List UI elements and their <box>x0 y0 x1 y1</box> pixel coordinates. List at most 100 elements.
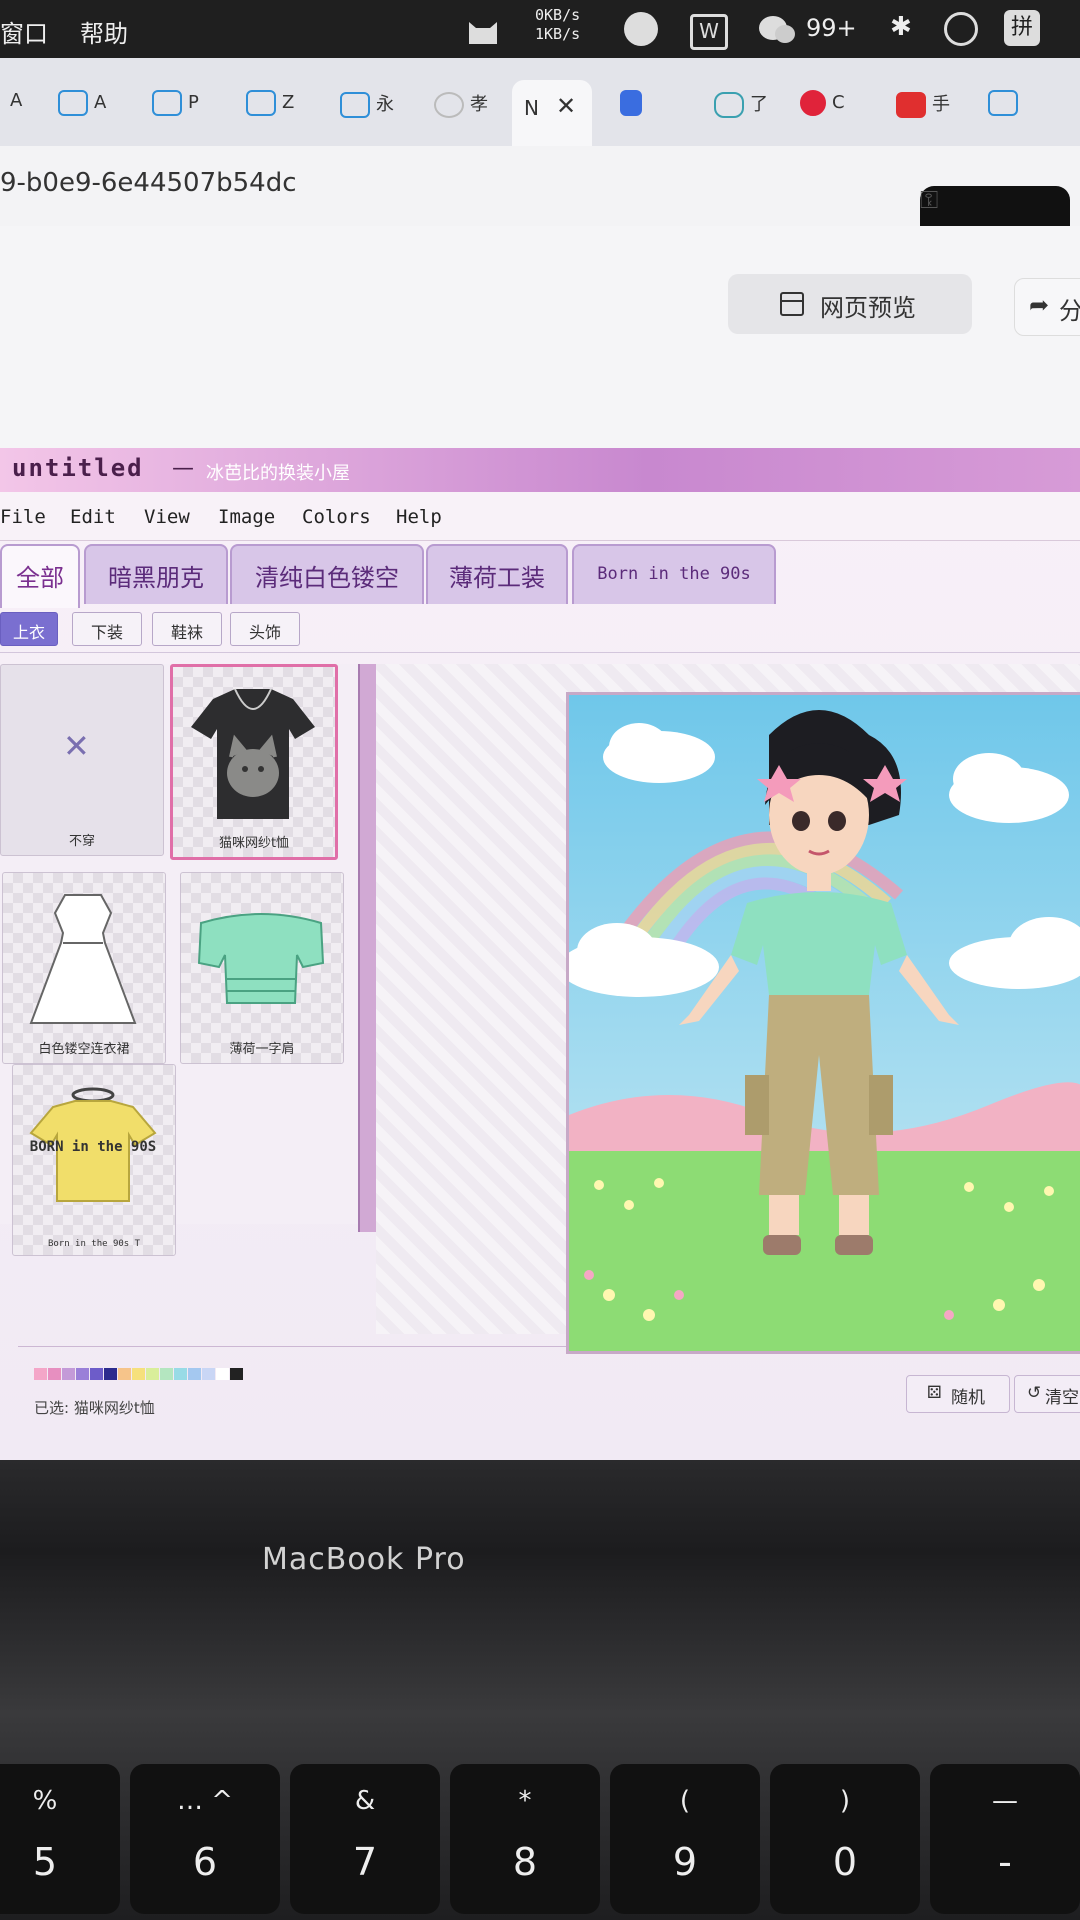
menu-file[interactable]: File <box>0 506 46 528</box>
menu-view[interactable]: View <box>144 506 190 528</box>
menu-colors[interactable]: Colors <box>302 506 371 528</box>
item-label: 白色镂空连衣裙 <box>38 1042 130 1057</box>
browser-tab[interactable]: P <box>152 90 199 130</box>
close-tab-icon[interactable]: ✕ <box>556 92 576 120</box>
input-method-icon[interactable]: 拼 <box>1004 10 1040 46</box>
palette-swatch[interactable] <box>174 1368 187 1380</box>
record-icon[interactable] <box>624 12 658 46</box>
subtab-label: 上衣 <box>12 623 45 642</box>
key-top: ( <box>679 1786 691 1816</box>
subtab-label: 鞋袜 <box>170 623 203 642</box>
wps-icon[interactable]: W <box>690 14 728 50</box>
key-7[interactable]: & 7 <box>290 1764 440 1914</box>
share-button[interactable]: ➦ 分 <box>1014 278 1080 336</box>
color-palette[interactable] <box>34 1365 244 1380</box>
random-button[interactable]: ⚄ 随机 <box>906 1375 1010 1413</box>
wechat-icon[interactable] <box>758 14 796 46</box>
palette-swatch[interactable] <box>104 1368 117 1380</box>
tab-label: 永 <box>376 94 394 115</box>
tab-dark-punk[interactable]: 暗黑朋克 <box>84 544 228 604</box>
bilibili-icon <box>340 92 370 118</box>
palette-swatch[interactable] <box>76 1368 89 1380</box>
item-mint-off-shoulder[interactable]: 薄荷一字肩 <box>180 872 344 1064</box>
tab-label: N <box>524 96 539 120</box>
tab-mint-workwear[interactable]: 薄荷工装 <box>426 544 568 604</box>
preview-icon <box>780 292 804 316</box>
key-minus[interactable]: — - <box>930 1764 1080 1914</box>
key-bottom: 6 <box>192 1840 218 1884</box>
key-bottom: 9 <box>672 1840 698 1884</box>
key-top: & <box>354 1786 376 1816</box>
item-none[interactable]: ✕ 不穿 <box>0 664 164 856</box>
grid-scrollbar[interactable] <box>358 664 378 1232</box>
subtab-label: 头饰 <box>248 623 281 642</box>
key-8[interactable]: * 8 <box>450 1764 600 1914</box>
palette-swatch[interactable] <box>118 1368 131 1380</box>
address-bar[interactable]: 9-b0e9-6e44507b54dc ⚿ <box>0 146 1080 336</box>
key-bottom: 5 <box>32 1840 58 1884</box>
palette-swatch[interactable] <box>202 1368 215 1380</box>
tab-born-in-the-90s[interactable]: Born in the 90s <box>572 544 776 604</box>
subtab-bottoms[interactable]: 下装 <box>72 612 142 646</box>
clear-button[interactable]: ↺ 清空 <box>1014 1375 1080 1413</box>
character-scene-image <box>559 695 1080 1351</box>
browser-tab[interactable]: 孝 <box>434 90 488 130</box>
tab-pure-white-lace[interactable]: 清纯白色镂空 <box>230 544 424 604</box>
palette-swatch[interactable] <box>230 1368 243 1380</box>
palette-swatch[interactable] <box>160 1368 173 1380</box>
key-0[interactable]: ) 0 <box>770 1764 920 1914</box>
subtab-shoes[interactable]: 鞋袜 <box>152 612 222 646</box>
browser-tab[interactable]: A <box>58 90 106 130</box>
menu-image[interactable]: Image <box>218 506 275 528</box>
category-tabs: 全部 暗黑朋克 清纯白色镂空 薄荷工装 Born in the 90s <box>0 544 1080 608</box>
menu-window[interactable]: 窗口 <box>0 14 48 49</box>
tab-all[interactable]: 全部 <box>0 544 80 608</box>
key-5[interactable]: % 5 <box>0 1764 120 1914</box>
browser-tab[interactable] <box>988 90 1024 130</box>
laptop-brand: MacBook Pro <box>262 1542 466 1577</box>
menu-edit[interactable]: Edit <box>70 506 116 528</box>
browser-tab[interactable]: A <box>10 90 22 130</box>
key-bottom: 8 <box>512 1840 538 1884</box>
key-6[interactable]: … ^ 6 <box>130 1764 280 1914</box>
palette-swatch[interactable] <box>216 1368 229 1380</box>
cat-app-icon[interactable] <box>466 16 500 46</box>
palette-swatch[interactable] <box>62 1368 75 1380</box>
net-up-speed: 0KB/s <box>535 6 581 24</box>
play-circle-icon[interactable] <box>944 12 978 46</box>
palette-swatch[interactable] <box>34 1368 47 1380</box>
selected-item-text: 已选: 猫咪网纱t恤 <box>34 1399 155 1417</box>
loading-icon <box>434 92 464 118</box>
tab-label: 清纯白色镂空 <box>255 564 399 592</box>
clothing-grid: ✕ 不穿 猫咪网纱t恤 白色镂空连衣裙 薄荷一字肩 BORN in the 90… <box>0 664 360 1256</box>
web-preview-button[interactable]: 网页预览 <box>728 274 972 334</box>
browser-tab[interactable]: 永 <box>340 90 394 130</box>
browser-tab[interactable] <box>620 90 648 130</box>
bluetooth-icon[interactable]: ✱ <box>890 12 912 42</box>
palette-swatch[interactable] <box>48 1368 61 1380</box>
palette-swatch[interactable] <box>132 1368 145 1380</box>
browser-tab[interactable]: 手 <box>896 90 950 130</box>
subtab-tops[interactable]: 上衣 <box>0 612 58 646</box>
palette-swatch[interactable] <box>146 1368 159 1380</box>
tab-label: 了 <box>750 94 768 115</box>
item-white-lace-dress[interactable]: 白色镂空连衣裙 <box>2 872 166 1064</box>
menu-help[interactable]: Help <box>396 506 442 528</box>
item-cat-tshirt[interactable]: 猫咪网纱t恤 <box>170 664 338 860</box>
subtab-headwear[interactable]: 头饰 <box>230 612 300 646</box>
url-text[interactable]: 9-b0e9-6e44507b54dc <box>0 168 297 198</box>
browser-tab-active[interactable]: N ✕ <box>512 80 592 146</box>
palette-swatch[interactable] <box>90 1368 103 1380</box>
palette-swatch[interactable] <box>188 1368 201 1380</box>
random-label: 随机 <box>951 1388 985 1408</box>
bilibili-icon <box>246 90 276 116</box>
browser-tab[interactable]: C <box>800 90 845 130</box>
key-9[interactable]: (9 <box>610 1764 760 1914</box>
browser-tab[interactable]: 了 <box>714 90 768 130</box>
item-born-90s-tshirt[interactable]: BORN in the 90S Born in the 90s T <box>12 1064 176 1256</box>
app-subtitle: 冰芭比的换装小屋 <box>206 463 350 484</box>
menu-help[interactable]: 帮助 <box>80 14 128 49</box>
bilibili-icon <box>988 90 1018 116</box>
browser-tab[interactable]: Z <box>246 90 294 130</box>
key-top: … ^ <box>176 1786 234 1816</box>
